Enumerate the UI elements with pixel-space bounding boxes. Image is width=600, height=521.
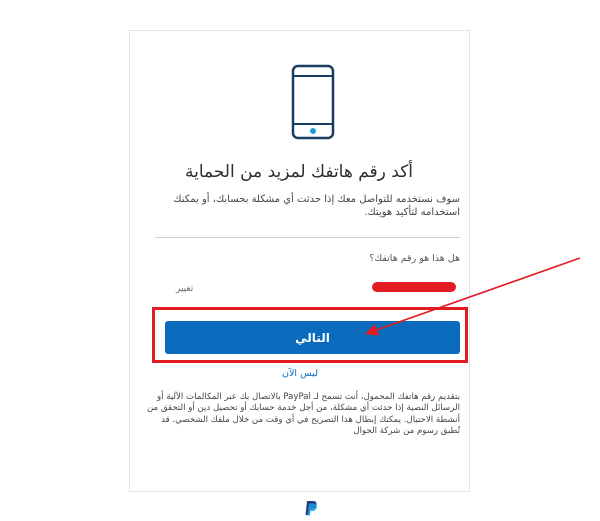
phone-question-label: هل هذا هو رقم هاتفك؟: [369, 253, 460, 264]
phone-icon: [291, 64, 335, 140]
divider: [155, 237, 460, 238]
change-phone-link[interactable]: تغيير: [176, 284, 193, 294]
page-title: أكد رقم هاتفك لمزيد من الحماية: [184, 162, 414, 182]
not-now-link[interactable]: ليس الآن: [280, 368, 320, 379]
redacted-phone-number: [372, 282, 456, 292]
next-button[interactable]: التالي: [165, 321, 460, 354]
legal-disclaimer: بتقديم رقم هاتفك المحمول، أنت تسمح لـ Pa…: [146, 392, 460, 437]
description-text: سوف نستخدمه للتواصل معك إذا حدثت أي مشكل…: [173, 194, 460, 218]
paypal-logo-icon: [304, 500, 318, 516]
